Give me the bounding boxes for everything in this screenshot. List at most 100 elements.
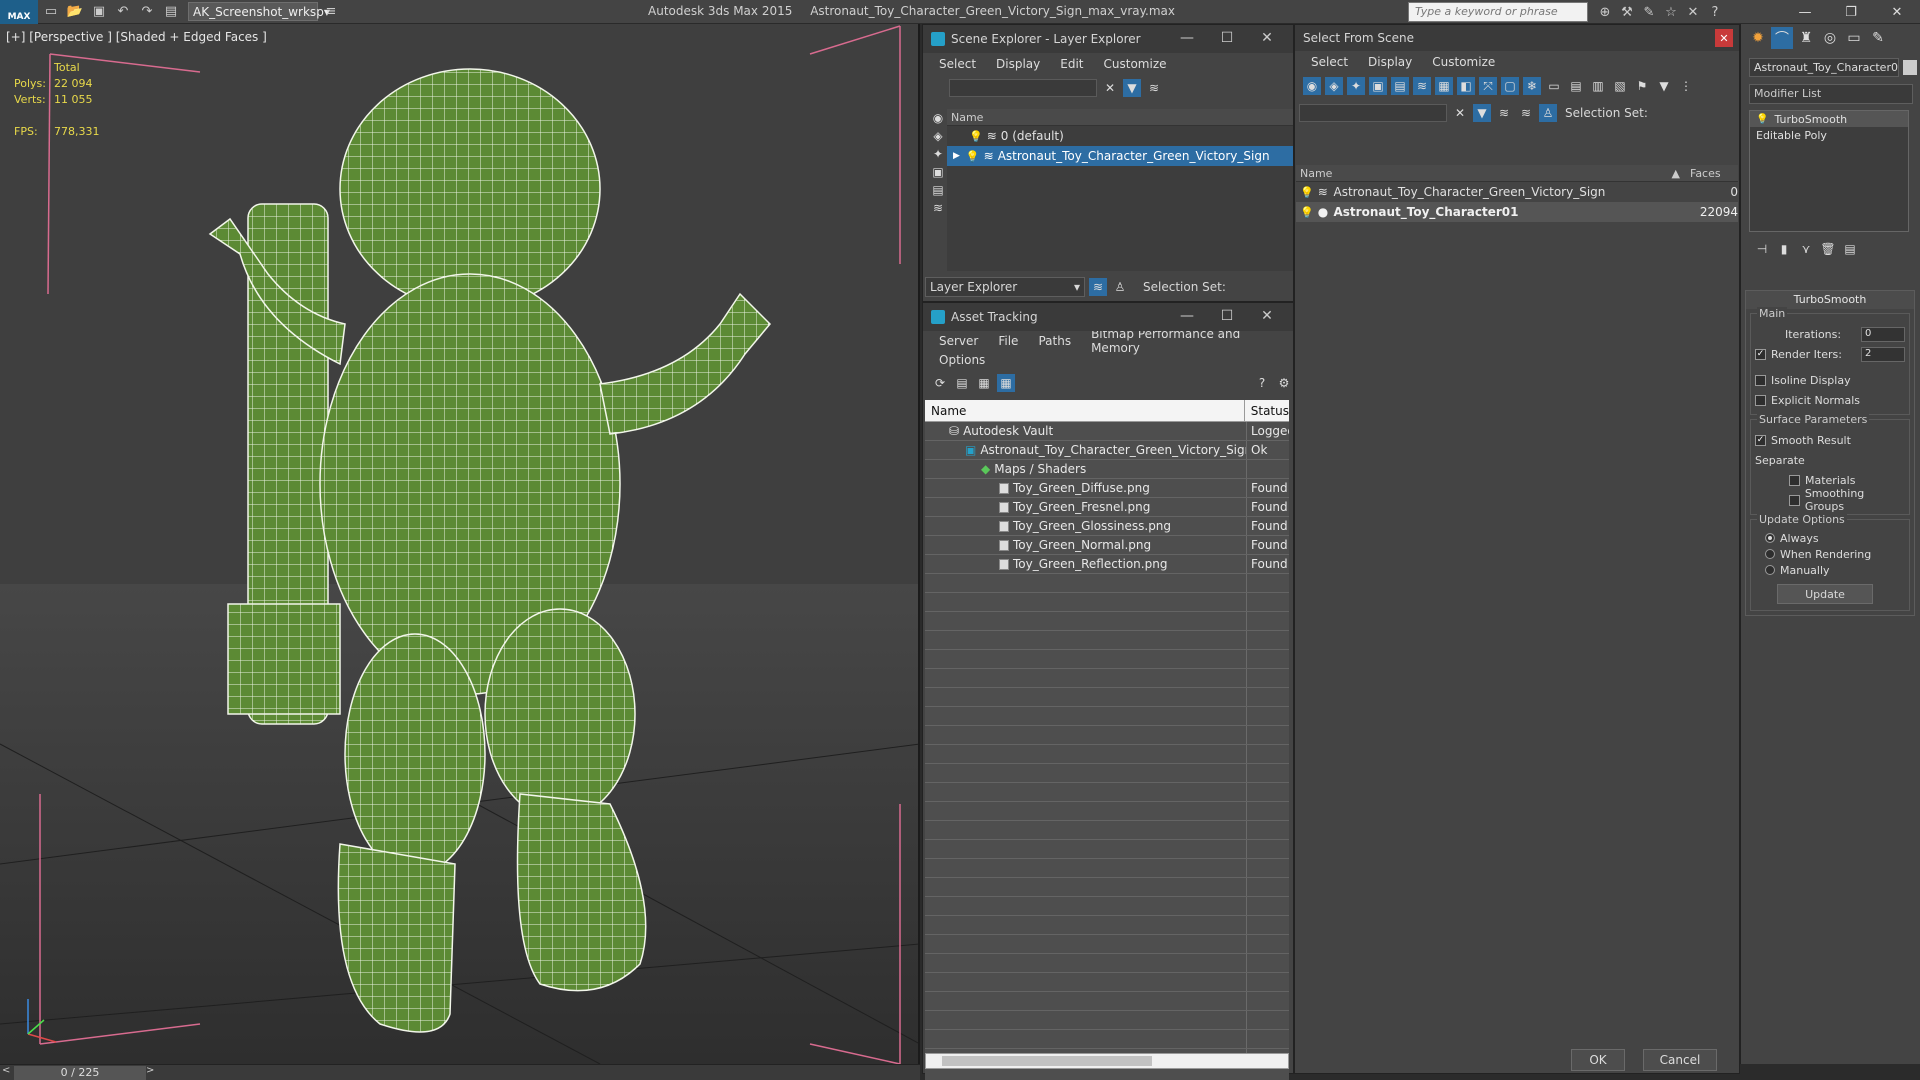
manually-radio[interactable] (1765, 565, 1775, 575)
menu-file[interactable]: File (998, 334, 1018, 348)
sync-selection-icon[interactable]: ⚑ (1633, 77, 1651, 95)
display-xrefs-icon[interactable]: ◧ (1457, 77, 1475, 95)
scene-filter-input[interactable] (949, 79, 1097, 97)
stack-item-editable-poly[interactable]: Editable Poly (1750, 127, 1908, 143)
table-row[interactable]: Toy_Green_Normal.png Found (925, 536, 1289, 555)
filter-icon[interactable]: ▼ (1123, 79, 1141, 97)
iterations-spinner[interactable]: 0 (1861, 326, 1905, 342)
close-icon[interactable]: ✕ (1247, 30, 1287, 46)
configure-sets-icon[interactable]: ▤ (1841, 240, 1859, 258)
create-tab-icon[interactable]: ✹ (1747, 27, 1769, 49)
display-tab-icon[interactable]: ▭ (1843, 27, 1865, 49)
save-file-icon[interactable]: ▣ (88, 2, 110, 22)
layer-tree-header[interactable]: Name (947, 109, 1293, 126)
display-all-icon[interactable]: ▤ (1567, 77, 1585, 95)
layer-row-astronaut[interactable]: ▶ 💡 ≋ Astronaut_Toy_Character_Green_Vict… (947, 146, 1293, 166)
display-groups-icon[interactable]: ▦ (1435, 77, 1453, 95)
menu-bitmap-performance[interactable]: Bitmap Performance and Memory (1091, 327, 1283, 355)
undo-icon[interactable]: ↶ (112, 2, 134, 22)
list-item[interactable]: 💡 ≋ Astronaut_Toy_Character_Green_Victor… (1296, 182, 1738, 202)
list-view-icon[interactable]: ▤ (953, 374, 971, 392)
redo-icon[interactable]: ↷ (136, 2, 158, 22)
explorer-type-dropdown[interactable]: Layer Explorer ▾ (925, 277, 1085, 297)
stack-item-turbosmooth[interactable]: 💡 TurboSmooth (1750, 111, 1908, 127)
materials-checkbox[interactable] (1789, 474, 1800, 486)
display-helpers-icon[interactable]: ▤ (1391, 77, 1409, 95)
help-icon[interactable]: ? (1253, 374, 1271, 392)
layer-row-default[interactable]: 💡 ≋ 0 (default) (947, 126, 1293, 146)
minimize-icon[interactable]: — (1167, 308, 1207, 324)
lightbulb-icon[interactable]: 💡 (969, 130, 983, 143)
scrollbar-thumb[interactable] (942, 1056, 1152, 1066)
expand-arrow-icon[interactable]: ▶ (953, 151, 960, 161)
time-prev-icon[interactable]: < (2, 1065, 10, 1076)
column-name[interactable]: Name (925, 400, 1245, 421)
column-faces[interactable]: Faces (1686, 165, 1738, 181)
table-row[interactable]: Toy_Green_Reflection.png Found (925, 555, 1289, 574)
column-name[interactable]: Name ▲ (1296, 165, 1686, 181)
object-color-swatch[interactable] (1903, 60, 1917, 75)
scene-explorer-titlebar[interactable]: Scene Explorer - Layer Explorer — ☐ ✕ (923, 25, 1293, 53)
close-icon[interactable]: ✕ (1247, 308, 1287, 324)
hierarchy-mode-icon[interactable]: ♙ (1539, 104, 1557, 122)
close-icon[interactable]: ✕ (1715, 29, 1733, 47)
cancel-button[interactable]: Cancel (1643, 1049, 1717, 1071)
display-cameras-icon[interactable]: ▣ (1369, 77, 1387, 95)
binoculars-icon[interactable]: ⊕ (1594, 2, 1616, 22)
modify-tab-icon[interactable]: ⌒ (1771, 27, 1793, 49)
scene-search-input[interactable] (1299, 104, 1447, 122)
remove-modifier-icon[interactable]: 🗑 (1819, 240, 1837, 258)
maximize-icon[interactable]: ☐ (1207, 30, 1247, 46)
clear-filter-icon[interactable]: ✕ (1101, 79, 1119, 97)
time-slider[interactable]: 0 / 225 (14, 1066, 146, 1080)
filter-config-icon[interactable]: ▼ (1655, 77, 1673, 95)
perspective-viewport[interactable]: [+] [Perspective ] [Shaded + Edged Faces… (0, 24, 920, 1064)
horizontal-scrollbar[interactable] (925, 1053, 1289, 1069)
display-lights-icon[interactable]: ✦ (1347, 77, 1365, 95)
lightbulb-icon[interactable]: 💡 (1756, 114, 1768, 125)
motion-tab-icon[interactable]: ◎ (1819, 27, 1841, 49)
clear-filter-icon[interactable]: ✕ (1451, 104, 1469, 122)
workspace-dropdown[interactable]: AK_Screenshot_wrksp ▾ (188, 2, 330, 21)
pin-stack-icon[interactable]: ⊣ (1753, 240, 1771, 258)
menu-select[interactable]: Select (1311, 55, 1348, 69)
always-radio[interactable] (1765, 533, 1775, 543)
display-lights-icon[interactable]: ✦ (929, 145, 947, 163)
search-input[interactable]: Type a keyword or phrase (1408, 2, 1588, 22)
project-folder-icon[interactable]: ▤ (160, 2, 182, 22)
table-row[interactable]: ◆ Maps / Shaders (925, 460, 1289, 479)
layer-tool-icon[interactable]: ≋ (1495, 104, 1513, 122)
filter-icon[interactable]: ▼ (1473, 104, 1491, 122)
hierarchy-tab-icon[interactable]: ♜ (1795, 27, 1817, 49)
menu-options[interactable]: Options (939, 353, 985, 367)
display-helpers-icon[interactable]: ▤ (929, 181, 947, 199)
select-from-scene-titlebar[interactable]: Select From Scene ✕ (1295, 25, 1739, 51)
lightbulb-icon[interactable]: 💡 (1300, 206, 1314, 219)
smoothing-groups-checkbox[interactable] (1789, 494, 1800, 506)
display-hidden-icon[interactable]: ▭ (1545, 77, 1563, 95)
modifier-list-dropdown[interactable]: Modifier List (1749, 84, 1913, 104)
favorites-star-icon[interactable]: ☆ (1660, 2, 1682, 22)
close-icon[interactable]: ✕ (1874, 0, 1920, 24)
menu-paths[interactable]: Paths (1038, 334, 1071, 348)
explicit-normals-checkbox[interactable] (1755, 394, 1766, 406)
table-row[interactable]: ▣ Astronaut_Toy_Character_Green_Victory_S… (925, 441, 1289, 460)
refresh-icon[interactable]: ⟳ (931, 374, 949, 392)
maximize-icon[interactable]: ☐ (1207, 308, 1247, 324)
when-rendering-radio[interactable] (1765, 549, 1775, 559)
communication-icon[interactable]: ✎ (1638, 2, 1660, 22)
table-row[interactable]: Toy_Green_Fresnel.png Found (925, 498, 1289, 517)
render-iters-spinner[interactable]: 2 (1861, 346, 1905, 362)
layer-mode-icon[interactable]: ≋ (1089, 278, 1107, 296)
display-invert-icon[interactable]: ▧ (1611, 77, 1629, 95)
thumbnail-view-icon[interactable]: ▦ (975, 374, 993, 392)
display-none-icon[interactable]: ▥ (1589, 77, 1607, 95)
minimize-icon[interactable]: — (1782, 0, 1828, 24)
time-next-icon[interactable]: > (146, 1065, 154, 1076)
layer-mode-icon[interactable]: ≋ (1517, 104, 1535, 122)
new-file-icon[interactable]: ▭ (40, 2, 62, 22)
menu-overflow-icon[interactable]: ≡ (320, 2, 342, 22)
hierarchy-icon[interactable]: ⋮ (1677, 77, 1695, 95)
display-geometry-icon[interactable]: ◉ (929, 109, 947, 127)
menu-display[interactable]: Display (1368, 55, 1412, 69)
